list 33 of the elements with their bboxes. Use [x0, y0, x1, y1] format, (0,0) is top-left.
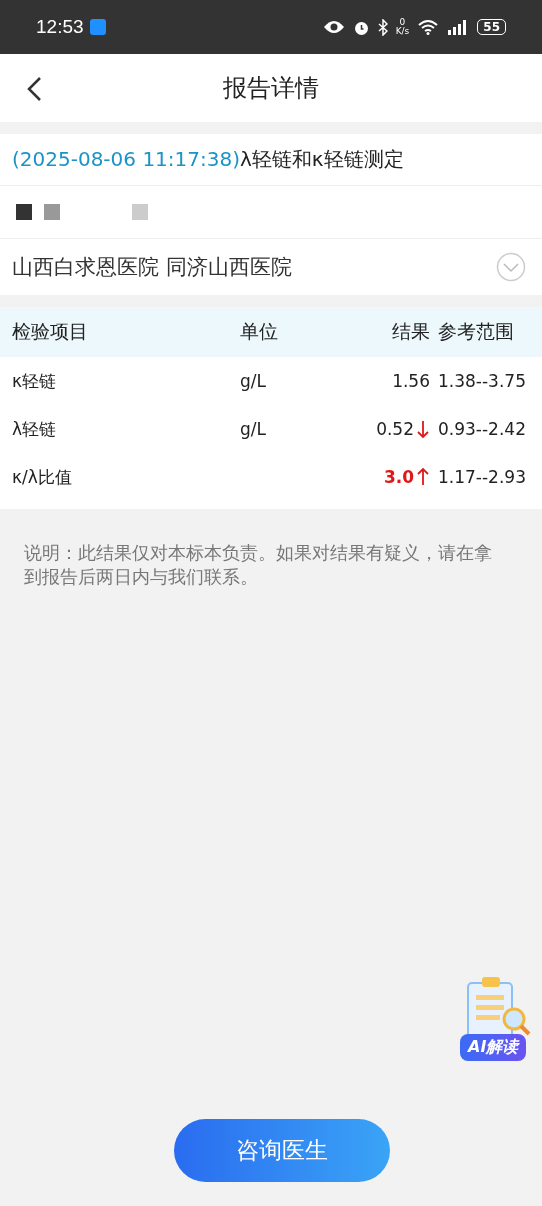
column-header: 参考范围 [438, 319, 515, 344]
page-title: 报告详情 [223, 73, 319, 104]
column-header: 结果 [391, 319, 431, 344]
eye-icon [322, 20, 345, 34]
result-value: 0.52 [376, 419, 414, 439]
redacted-block [16, 204, 32, 220]
table-cell-text: g/L [240, 371, 267, 391]
hospital-name: 山西白求恩医院 同济山西医院 [12, 254, 292, 281]
table-cell-text: g/L [240, 419, 267, 439]
table-cell-text: 1.17--2.93 [438, 467, 527, 487]
bluetooth-icon [377, 18, 388, 36]
table-cell-text: κ轻链 [12, 369, 58, 393]
table-cell-text: 0.93--2.42 [438, 419, 527, 439]
result-value: 1.56 [392, 371, 430, 391]
battery-indicator: 55 [477, 19, 506, 35]
column-header: 检验项目 [12, 319, 89, 344]
net-speed-unit: K/s [395, 27, 410, 36]
net-speed-value: 0 [399, 18, 406, 27]
wifi-icon [417, 19, 440, 35]
ai-interpret-badge[interactable]: AI解读 [460, 1034, 527, 1061]
report-title: (2025-08-06 11:17:38)λ轻链和κ轻链测定 [0, 134, 542, 186]
column-header: 单位 [240, 319, 279, 344]
result-value: 3.0 [383, 467, 414, 487]
table-cell-text: λ轻链 [12, 417, 58, 441]
redacted-block [132, 204, 148, 220]
redacted-block [44, 204, 60, 220]
status-time: 12:53 [36, 16, 84, 38]
consult-doctor-button[interactable]: 咨询医生 [174, 1119, 390, 1182]
back-icon[interactable] [26, 76, 42, 102]
disclaimer-text: 说明：此结果仅对本标本负责。如果对结果有疑义，请在拿到报告后两日内与我们联系。 [24, 541, 493, 589]
app-notification-icon [89, 19, 106, 35]
table-cell-text: κ/λ比值 [12, 465, 73, 489]
table-cell-text: 1.38--3.75 [438, 371, 527, 391]
